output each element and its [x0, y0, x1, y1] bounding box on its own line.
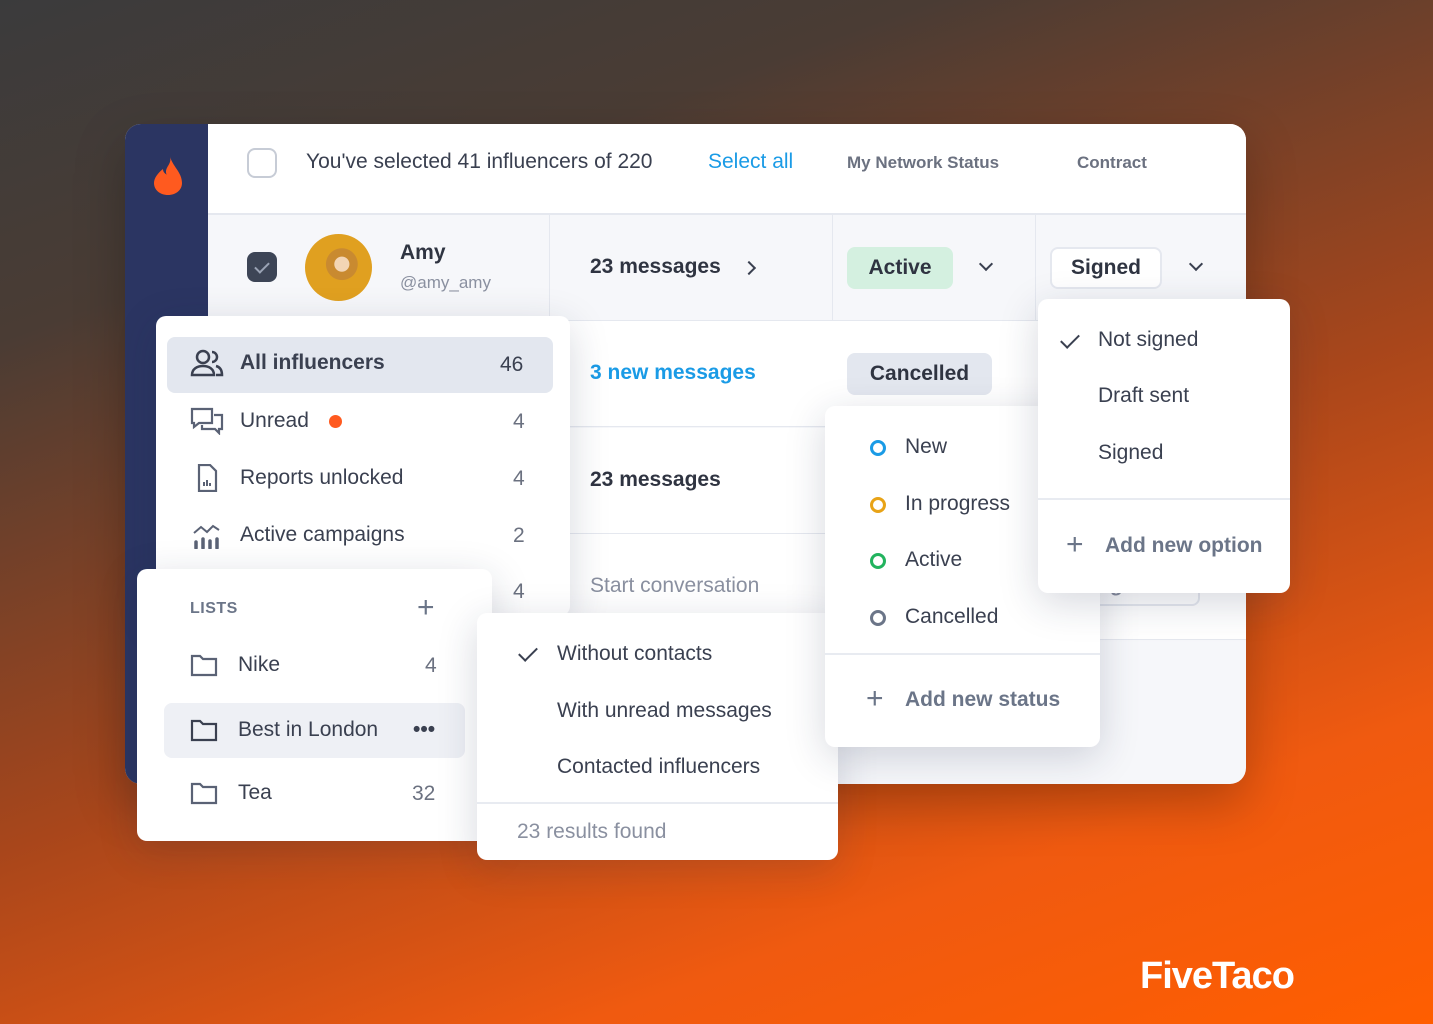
filter-count: 4: [513, 410, 525, 433]
selection-count: You've selected 41 influencers of 220: [306, 150, 653, 173]
filter-label: Reports unlocked: [240, 466, 404, 489]
status-dot-icon: [870, 440, 886, 456]
messages-link[interactable]: 3 new messages: [590, 361, 756, 385]
contact-option[interactable]: Without contacts: [557, 642, 712, 666]
influencer-name[interactable]: Amy: [400, 241, 446, 265]
list-item[interactable]: Best in London: [190, 718, 378, 742]
start-conversation-link[interactable]: Start conversation: [590, 574, 759, 598]
users-icon: [190, 349, 224, 377]
status-badge[interactable]: Active: [847, 247, 953, 289]
divider: [477, 802, 838, 804]
status-option[interactable]: In progress: [905, 492, 1010, 516]
header-bar: You've selected 41 influencers of 220 Se…: [208, 124, 1246, 215]
chat-icon: [190, 407, 224, 435]
filter-label: Unread: [240, 409, 309, 432]
list-label: Best in London: [238, 718, 379, 741]
select-all-link[interactable]: Select all: [708, 150, 793, 174]
check-icon: [1060, 329, 1080, 349]
divider: [832, 215, 833, 321]
list-count: 4: [425, 654, 437, 677]
filter-all-influencers[interactable]: All influencers: [190, 349, 385, 377]
filter-label: All influencers: [240, 351, 385, 374]
contact-option[interactable]: Contacted influencers: [557, 755, 760, 779]
lists-title: LISTS: [190, 600, 238, 617]
folder-icon: [190, 782, 218, 805]
folder-icon: [190, 719, 218, 742]
column-network-status[interactable]: My Network Status: [847, 153, 999, 173]
status-option[interactable]: New: [905, 435, 947, 459]
filter-reports-unlocked[interactable]: Reports unlocked: [190, 464, 403, 492]
contract-badge[interactable]: Signed: [1050, 247, 1162, 289]
chart-icon: [193, 524, 220, 549]
list-label: Nike: [238, 653, 281, 676]
contact-option[interactable]: With unread messages: [557, 699, 772, 723]
status-dot-icon: [870, 553, 886, 569]
status-dot-icon: [870, 497, 886, 513]
status-option[interactable]: Active: [905, 548, 962, 572]
lists-panel: LISTS + Nike 4 Best in London ••• Tea 32: [137, 569, 492, 841]
filter-label: Active campaigns: [240, 523, 405, 546]
influencer-handle: @amy_amy: [400, 273, 491, 292]
list-label: Tea: [238, 781, 272, 804]
messages-link[interactable]: 23 messages: [590, 255, 721, 279]
folder-icon: [190, 654, 218, 677]
contract-option[interactable]: Draft sent: [1098, 384, 1189, 408]
contract-option[interactable]: Signed: [1098, 441, 1163, 465]
filter-count: 2: [513, 524, 525, 547]
status-dot-icon: [870, 610, 886, 626]
add-list-plus-icon[interactable]: +: [417, 591, 435, 625]
results-count: 23 results found: [517, 820, 667, 843]
filter-count: 4: [513, 467, 525, 490]
divider: [825, 653, 1100, 655]
messages-link[interactable]: 23 messages: [590, 468, 721, 492]
contract-option[interactable]: Not signed: [1098, 328, 1198, 352]
check-icon: [254, 257, 270, 274]
list-item[interactable]: Tea: [190, 781, 272, 805]
chevron-right-icon[interactable]: [741, 260, 757, 276]
column-contract[interactable]: Contract: [1077, 153, 1147, 173]
filter-active-campaigns[interactable]: Active campaigns: [190, 521, 405, 549]
report-icon: [197, 464, 218, 492]
chevron-down-icon[interactable]: [978, 256, 994, 272]
unread-dot: [328, 414, 342, 428]
status-option[interactable]: Cancelled: [905, 605, 998, 629]
contract-dropdown: Not signed Draft sent Signed + Add new o…: [1038, 299, 1290, 593]
row-checkbox[interactable]: [247, 252, 277, 282]
list-item[interactable]: Nike: [190, 653, 280, 677]
add-option-button[interactable]: Add new option: [1105, 534, 1262, 558]
flame-logo-icon[interactable]: [152, 154, 184, 196]
select-all-checkbox[interactable]: [247, 148, 277, 178]
brand-logo: FiveTaco: [1140, 955, 1295, 997]
filter-count: 46: [500, 353, 524, 376]
more-options-icon[interactable]: •••: [413, 718, 435, 742]
filter-unread[interactable]: Unread: [190, 407, 342, 435]
avatar: [305, 234, 372, 301]
check-icon: [518, 642, 538, 662]
plus-icon[interactable]: +: [1066, 528, 1084, 562]
status-badge[interactable]: Cancelled: [847, 353, 992, 395]
divider: [1035, 215, 1036, 321]
add-status-button[interactable]: Add new status: [905, 688, 1060, 712]
list-count: 32: [412, 782, 436, 805]
chevron-down-icon[interactable]: [1188, 256, 1204, 272]
filter-count: 4: [513, 580, 525, 603]
divider: [1038, 498, 1290, 500]
plus-icon[interactable]: +: [866, 682, 884, 716]
contact-filter-dropdown: Without contacts With unread messages Co…: [477, 613, 838, 860]
divider: [549, 215, 550, 321]
